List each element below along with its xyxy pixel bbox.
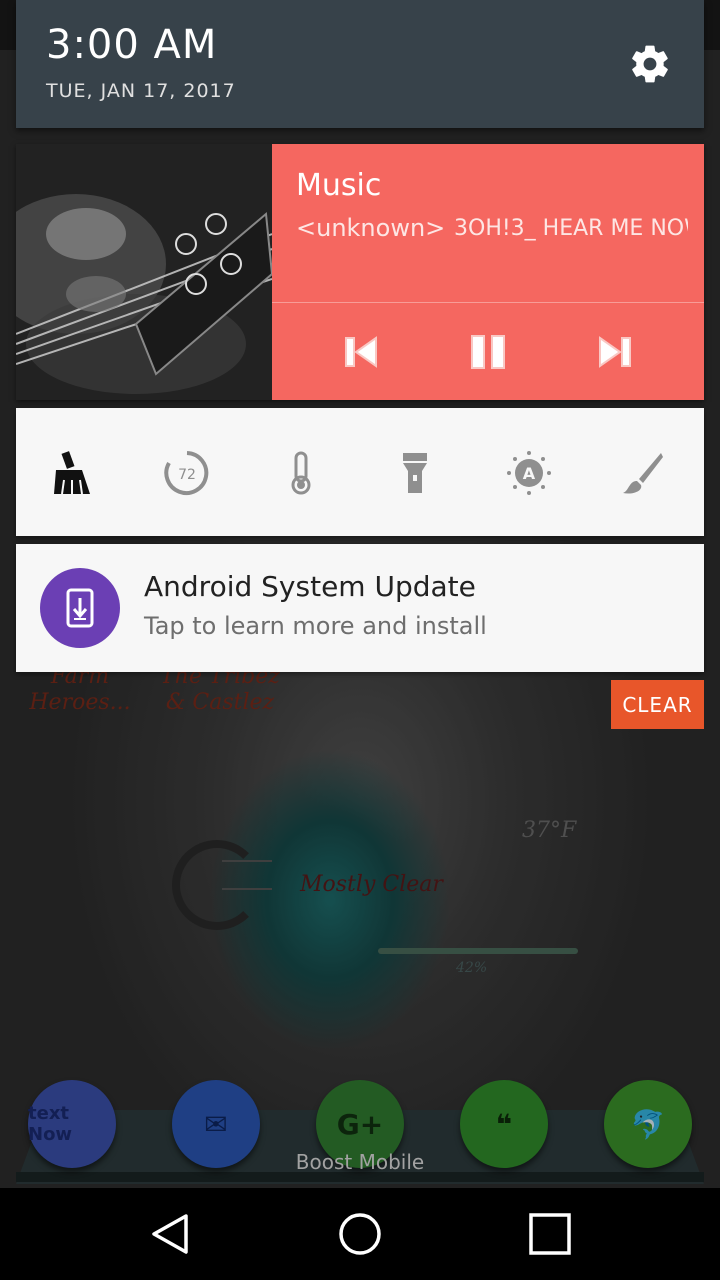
clear-all-button[interactable]: CLEAR bbox=[611, 680, 704, 729]
broom-icon bbox=[54, 451, 90, 495]
guitar-photo bbox=[16, 144, 272, 400]
system-update-icon bbox=[66, 588, 94, 628]
toggle-cleaner[interactable] bbox=[48, 448, 98, 498]
navigation-bar bbox=[0, 1188, 720, 1280]
settings-button[interactable] bbox=[626, 40, 674, 88]
previous-button[interactable] bbox=[332, 328, 388, 376]
update-notification[interactable]: Android System Update Tap to learn more … bbox=[16, 544, 704, 672]
back-icon bbox=[152, 1214, 188, 1254]
next-icon bbox=[599, 336, 631, 368]
toggle-auto-brightness[interactable]: A bbox=[504, 448, 554, 498]
clock: 3:00 AM bbox=[46, 22, 218, 68]
toggle-theme[interactable] bbox=[618, 448, 668, 498]
shade-header: 3:00 AM TUE, JAN 17, 2017 bbox=[16, 0, 704, 128]
previous-icon bbox=[345, 336, 377, 368]
date: TUE, JAN 17, 2017 bbox=[46, 80, 236, 102]
pause-button[interactable] bbox=[460, 328, 516, 376]
back-button[interactable] bbox=[130, 1202, 210, 1266]
boost-value: 72 bbox=[178, 467, 196, 483]
update-icon-circle bbox=[40, 568, 120, 648]
music-panel: Music <unknown> 3OH!3_ HEAR ME NOW bbox=[272, 144, 704, 400]
notification-subtitle: Tap to learn more and install bbox=[144, 612, 487, 640]
toggle-flashlight[interactable] bbox=[390, 448, 440, 498]
flashlight-icon bbox=[403, 453, 427, 493]
brightness-auto-icon: A bbox=[507, 451, 551, 495]
music-artist: <unknown> bbox=[296, 214, 446, 242]
paintbrush-icon bbox=[623, 453, 663, 494]
notification-title: Android System Update bbox=[144, 570, 476, 603]
album-art bbox=[16, 144, 272, 400]
recents-button[interactable] bbox=[510, 1202, 590, 1266]
pause-icon bbox=[471, 335, 505, 369]
divider bbox=[272, 302, 704, 303]
quick-toggles: 72 A bbox=[16, 408, 704, 536]
music-notification[interactable]: Music <unknown> 3OH!3_ HEAR ME NOW bbox=[16, 144, 704, 400]
music-track: 3OH!3_ HEAR ME NOW bbox=[454, 216, 688, 241]
home-button[interactable] bbox=[320, 1202, 400, 1266]
thermometer-icon bbox=[291, 451, 311, 495]
music-app-title: Music bbox=[296, 168, 382, 203]
speed-icon: 72 bbox=[164, 451, 209, 495]
auto-label: A bbox=[523, 464, 536, 483]
recents-icon bbox=[529, 1213, 571, 1255]
next-button[interactable] bbox=[588, 328, 644, 376]
toggle-temperature[interactable] bbox=[276, 448, 326, 498]
gear-icon bbox=[632, 45, 668, 83]
toggle-boost[interactable]: 72 bbox=[162, 448, 212, 498]
home-icon bbox=[339, 1213, 381, 1255]
